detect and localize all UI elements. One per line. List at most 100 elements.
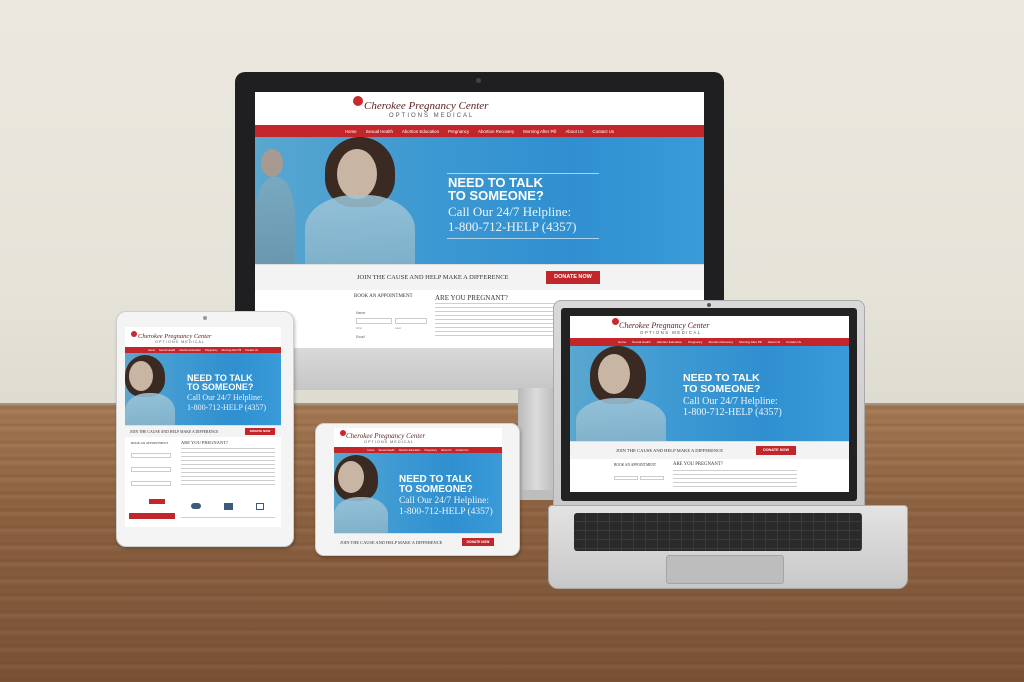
small-hero-woman-image — [334, 497, 388, 533]
field-name-label: Name — [356, 311, 366, 315]
tablet-hero-heading-line-2: TO SOMEONE? — [187, 382, 254, 392]
laptop-nav-item-about-us[interactable]: About Us — [768, 340, 780, 344]
calendar-icon — [256, 503, 264, 510]
small-nav-item-sexual-health[interactable]: Sexual Health — [378, 449, 394, 452]
gift-icon — [224, 503, 233, 510]
hero-helpline-number[interactable]: 1-800-712-HELP (4357) — [448, 220, 576, 234]
first-name-input[interactable] — [356, 318, 392, 324]
tablet-book-appointment-heading: BOOK AN APPOINTMENT — [131, 441, 169, 445]
tablet-email-input[interactable] — [131, 467, 171, 472]
laptop-site-logo[interactable]: Cherokee Pregnancy Center — [619, 321, 709, 330]
small-site-header: Cherokee Pregnancy Center OPTIONS MEDICA… — [334, 428, 502, 447]
nav-item-home[interactable]: Home — [345, 129, 357, 134]
laptop-nav-item-contact-us[interactable]: Contact Us — [786, 340, 801, 344]
laptop-hero-heading-line-2: TO SOMEONE? — [683, 383, 761, 395]
hero-man-image — [255, 177, 295, 264]
tablet-phone-input[interactable] — [131, 481, 171, 486]
tablet-nav-item-home[interactable]: Home — [148, 349, 155, 352]
site-logo-sub: OPTIONS MEDICAL — [389, 113, 475, 119]
laptop-nav-item-abortion-education[interactable]: Abortion Education — [657, 340, 682, 344]
tablet-logo-icon — [131, 331, 137, 337]
hero-helpline-label: Call Our 24/7 Helpline: — [448, 204, 572, 219]
laptop-hero-woman-image — [576, 398, 666, 441]
laptop-site-header: Cherokee Pregnancy Center OPTIONS MEDICA… — [570, 316, 849, 338]
tablet-nav-item-morning-after-pill[interactable]: Morning After Pill — [221, 349, 241, 352]
laptop-nav-item-home[interactable]: Home — [618, 340, 626, 344]
hero-woman-face — [337, 149, 377, 199]
hero-banner: NEED TO TALK TO SOMEONE? Call Our 24/7 H… — [255, 137, 704, 264]
donate-button[interactable]: DONATE NOW — [546, 271, 600, 284]
tablet-name-input[interactable] — [131, 453, 171, 458]
tablet-submit-button[interactable] — [149, 499, 165, 504]
laptop-cause-bar: JOIN THE CAUSE AND HELP MAKE A DIFFERENC… — [570, 441, 849, 459]
laptop-hero-banner: NEED TO TALK TO SOMEONE? Call Our 24/7 H… — [570, 346, 849, 441]
laptop-pregnant-paragraph — [673, 470, 797, 490]
tablet-nav-item-contact-us[interactable]: Contact Us — [245, 349, 258, 352]
small-cause-text: JOIN THE CAUSE AND HELP MAKE A DIFFERENC… — [340, 540, 443, 545]
laptop-pregnant-heading: ARE YOU PREGNANT? — [673, 462, 723, 467]
site-nav: Home Sexual Health Abortion Education Pr… — [255, 125, 704, 137]
small-donate-button[interactable]: DONATE NOW — [462, 538, 494, 546]
small-site-logo-sub: OPTIONS MEDICAL — [364, 440, 415, 444]
small-hero-helpline-number[interactable]: 1-800-712-HELP (4357) — [399, 507, 493, 518]
laptop-trackpad — [666, 555, 784, 584]
nav-item-contact-us[interactable]: Contact Us — [592, 129, 614, 134]
laptop-hero-helpline-number[interactable]: 1-800-712-HELP (4357) — [683, 407, 782, 419]
tablet-nav-item-abortion-education[interactable]: Abortion Education — [179, 349, 201, 352]
field-first-label: First — [356, 326, 362, 330]
nav-item-pregnancy[interactable]: Pregnancy — [448, 129, 469, 134]
hero-heading-line-2: TO SOMEONE? — [448, 188, 544, 203]
laptop-camera-icon — [707, 303, 711, 307]
tablet-hero-woman-face — [129, 361, 153, 391]
laptop-last-name-input[interactable] — [640, 476, 664, 480]
small-nav-item-home[interactable]: Home — [368, 449, 375, 452]
nav-item-sexual-health[interactable]: Sexual Health — [366, 129, 393, 134]
site-logo[interactable]: Cherokee Pregnancy Center — [364, 100, 488, 112]
laptop-first-name-input[interactable] — [614, 476, 638, 480]
tablet-nav-item-sexual-health[interactable]: Sexual Health — [159, 349, 175, 352]
pregnant-heading: ARE YOU PREGNANT? — [435, 294, 508, 302]
laptop-hero-helpline-label: Call Our 24/7 Helpline: — [683, 396, 778, 407]
tablet-footer-banner — [129, 513, 175, 519]
laptop-nav-item-morning-after-pill[interactable]: Morning After Pill — [739, 340, 762, 344]
tablet-hero-helpline-number[interactable]: 1-800-712-HELP (4357) — [187, 403, 266, 412]
laptop-nav-item-pregnancy[interactable]: Pregnancy — [688, 340, 702, 344]
laptop-site-logo-sub: OPTIONS MEDICAL — [640, 330, 702, 335]
laptop-donate-button[interactable]: DONATE NOW — [756, 446, 796, 455]
hero-man-face — [261, 149, 283, 177]
laptop-hero-woman-face — [598, 354, 630, 394]
laptop-nav-item-abortion-recovery[interactable]: Abortion Recovery — [708, 340, 733, 344]
laptop-site-nav: Home Sexual Health Abortion Education Pr… — [570, 338, 849, 346]
tablet-pregnant-paragraph — [181, 448, 275, 488]
small-hero-heading-line-2: TO SOMEONE? — [399, 484, 473, 495]
small-tablet-screen: Cherokee Pregnancy Center OPTIONS MEDICA… — [334, 428, 502, 550]
small-cause-bar: JOIN THE CAUSE AND HELP MAKE A DIFFERENC… — [334, 533, 502, 550]
small-nav-item-pregnancy[interactable]: Pregnancy — [425, 449, 437, 452]
last-name-input[interactable] — [395, 318, 427, 324]
tablet-hero-woman-image — [125, 393, 175, 425]
book-appointment-heading: BOOK AN APPOINTMENT — [354, 294, 413, 299]
laptop-nav-item-sexual-health[interactable]: Sexual Health — [632, 340, 651, 344]
tablet-site-logo[interactable]: Cherokee Pregnancy Center — [138, 333, 212, 340]
nav-item-about-us[interactable]: About Us — [565, 129, 583, 134]
monitor-stand — [518, 388, 554, 500]
laptop-cause-text: JOIN THE CAUSE AND HELP MAKE A DIFFERENC… — [616, 448, 724, 453]
tablet-cause-text: JOIN THE CAUSE AND HELP MAKE A DIFFERENC… — [130, 430, 219, 434]
tablet-pregnant-heading: ARE YOU PREGNANT? — [181, 440, 228, 445]
nav-item-morning-after-pill[interactable]: Morning After Pill — [523, 129, 556, 134]
nav-item-abortion-recovery[interactable]: Abortion Recovery — [478, 129, 514, 134]
field-last-label: Last — [395, 326, 401, 330]
small-nav-item-about-us[interactable]: About Us — [441, 449, 452, 452]
nav-item-abortion-education[interactable]: Abortion Education — [402, 129, 439, 134]
small-nav-item-abortion-education[interactable]: Abortion Education — [399, 449, 421, 452]
laptop-keyboard — [574, 513, 862, 551]
cause-bar: JOIN THE CAUSE AND HELP MAKE A DIFFERENC… — [255, 264, 704, 290]
small-nav-item-contact-us[interactable]: Contact Us — [456, 449, 469, 452]
small-site-logo[interactable]: Cherokee Pregnancy Center — [346, 432, 425, 440]
small-hero-banner: NEED TO TALK TO SOMEONE? Call Our 24/7 H… — [334, 453, 502, 533]
tablet-cause-bar: JOIN THE CAUSE AND HELP MAKE A DIFFERENC… — [125, 425, 281, 437]
tablet-donate-button[interactable]: DONATE NOW — [245, 428, 275, 435]
tablet-nav-item-pregnancy[interactable]: Pregnancy — [205, 349, 217, 352]
tablet-site-logo-sub: OPTIONS MEDICAL — [155, 340, 206, 344]
tablet-camera-icon — [203, 316, 207, 320]
